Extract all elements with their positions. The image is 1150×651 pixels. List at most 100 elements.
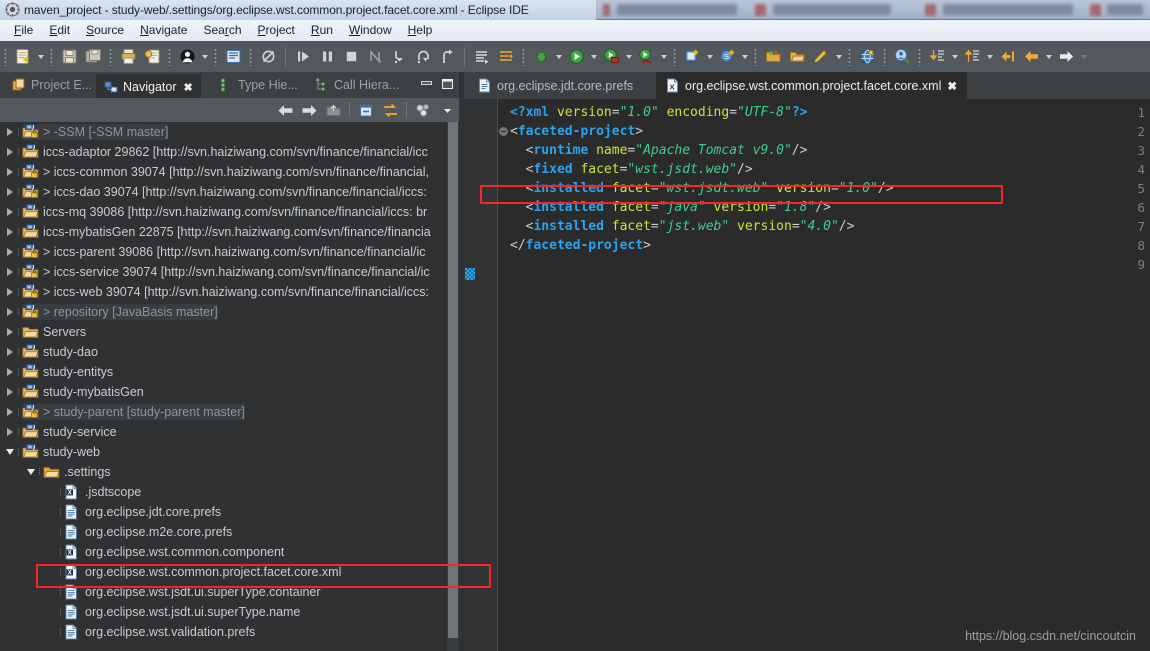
up-icon[interactable]	[322, 100, 344, 120]
fold-collapse-icon[interactable]	[499, 127, 508, 136]
terminate-icon[interactable]	[340, 46, 362, 68]
tree-item[interactable]: M > iccs-common 39074 [http://svn.haiziwa…	[0, 162, 447, 182]
expand-arrow-icon[interactable]	[4, 282, 15, 302]
toolbar-grip-8[interactable]	[673, 47, 676, 66]
filter-icon[interactable]	[412, 100, 434, 120]
run-dropdown-icon[interactable]	[588, 46, 599, 68]
tree-item[interactable]: Mstudy-mybatisGen	[0, 382, 447, 402]
search-person-icon[interactable]	[891, 46, 913, 68]
step-return-icon[interactable]	[436, 46, 458, 68]
collapse-arrow-icon[interactable]	[25, 462, 36, 482]
next-edit-icon[interactable]	[961, 46, 983, 68]
expand-arrow-icon[interactable]	[4, 182, 15, 202]
tree-item[interactable]: org.eclipse.m2e.core.prefs	[0, 522, 447, 542]
editor-tab-facet-core-xml[interactable]: X org.eclipse.wst.common.project.facet.c…	[656, 72, 967, 99]
tree-item[interactable]: M > study-parent [study-parent master]	[0, 402, 447, 422]
expand-arrow-icon[interactable]	[4, 402, 15, 422]
tree-item[interactable]: M > iccs-parent 39086 [http://svn.haiziwa…	[0, 242, 447, 262]
tree-scrollbar-thumb[interactable]	[448, 122, 458, 638]
toolbar-grip-11[interactable]	[883, 47, 886, 66]
open-folder-icon[interactable]	[786, 46, 808, 68]
xml-source-editor[interactable]: 1 <?xml version="1.0" encoding="UTF-8"?> 2…	[464, 99, 1150, 651]
toolbar-grip-9[interactable]	[754, 47, 757, 66]
menu-search[interactable]: Search	[195, 21, 249, 40]
toolbar-grip-6[interactable]	[249, 47, 252, 66]
save-all-icon[interactable]	[82, 46, 104, 68]
new-java-project-dropdown-icon[interactable]	[704, 46, 715, 68]
code-line[interactable]: <installed facet="wst.jsdt.web" version=…	[510, 179, 894, 198]
expand-arrow-icon[interactable]	[4, 142, 15, 162]
collapse-arrow-icon[interactable]	[4, 442, 15, 462]
next-edit-dropdown-icon[interactable]	[984, 46, 995, 68]
skip-breakpoints-icon[interactable]	[257, 46, 279, 68]
step-over-icon[interactable]	[412, 46, 434, 68]
menu-project[interactable]: Project	[250, 21, 303, 40]
prev-edit-icon[interactable]	[926, 46, 948, 68]
tab-navigator[interactable]: Navigator ✖	[96, 72, 201, 100]
tree-item[interactable]: .settings	[0, 462, 447, 482]
toolbar-grip-4[interactable]	[168, 47, 171, 66]
back-jump-icon[interactable]	[996, 46, 1018, 68]
run-server-icon[interactable]	[635, 46, 657, 68]
toolbar-grip-7[interactable]	[522, 47, 525, 66]
tree-item[interactable]: org.eclipse.jdt.core.prefs	[0, 502, 447, 522]
tree-item[interactable]: Miccs-mybatisGen 22875 [http://svn.haizi…	[0, 222, 447, 242]
suspend-icon[interactable]	[316, 46, 338, 68]
menu-run[interactable]: Run	[303, 21, 341, 40]
expand-arrow-icon[interactable]	[4, 322, 15, 342]
web-browser-icon[interactable]	[856, 46, 878, 68]
new-wizard-dropdown-icon[interactable]	[35, 46, 46, 68]
run-external-icon[interactable]	[600, 46, 622, 68]
menu-edit[interactable]: Edit	[41, 21, 78, 40]
editor-tab-jdt-core-prefs[interactable]: org.eclipse.jdt.core.prefs	[468, 72, 643, 99]
expand-arrow-icon[interactable]	[4, 202, 15, 222]
export-icon[interactable]	[141, 46, 163, 68]
tree-item[interactable]: Mstudy-web	[0, 442, 447, 462]
code-line[interactable]: <fixed facet="wst.jsdt.web"/>	[510, 160, 753, 179]
tree-item[interactable]: org.eclipse.wst.validation.prefs	[0, 622, 447, 642]
code-line[interactable]: <installed facet="java" version="1.8"/>	[510, 198, 831, 217]
step-into-icon[interactable]	[388, 46, 410, 68]
menu-window[interactable]: Window	[341, 21, 400, 40]
edit-dropdown-icon[interactable]	[833, 46, 844, 68]
tree-item[interactable]: Mstudy-service	[0, 422, 447, 442]
next-annotation-icon[interactable]	[471, 46, 493, 68]
disconnect-icon[interactable]	[364, 46, 386, 68]
tree-item[interactable]: Miccs-mq 39086 [http://svn.haiziwang.com…	[0, 202, 447, 222]
tree-item[interactable]: Miccs-adaptor 29862 [http://svn.haiziwan…	[0, 142, 447, 162]
link-with-editor-icon[interactable]	[379, 100, 401, 120]
toolbar-grip-12[interactable]	[918, 47, 921, 66]
minimize-icon[interactable]	[419, 76, 434, 91]
forward-dropdown-icon[interactable]	[1078, 46, 1089, 68]
debug-dropdown-icon[interactable]	[553, 46, 564, 68]
view-menu-icon[interactable]	[436, 100, 458, 120]
new-class-icon[interactable]: S	[716, 46, 738, 68]
maximize-icon[interactable]	[440, 76, 455, 91]
new-class-dropdown-icon[interactable]	[739, 46, 750, 68]
tree-item[interactable]: X .jsdtscope	[0, 482, 447, 502]
expand-arrow-icon[interactable]	[4, 162, 15, 182]
menu-help[interactable]: Help	[400, 21, 441, 40]
tab-project-explorer[interactable]: Project E...	[4, 72, 100, 98]
code-line[interactable]: <installed facet="jst.web" version="4.0"…	[510, 217, 855, 236]
code-line[interactable]: </faceted-project>	[510, 236, 651, 255]
tree-item[interactable]: Xorg.eclipse.wst.common.component	[0, 542, 447, 562]
toolbar-grip-2[interactable]	[50, 47, 53, 66]
tree-item[interactable]: M > iccs-web 39074 [http://svn.haiziwang.…	[0, 282, 447, 302]
expand-arrow-icon[interactable]	[4, 422, 15, 442]
debug-icon[interactable]	[530, 46, 552, 68]
new-java-project-icon[interactable]	[681, 46, 703, 68]
collapse-all-icon[interactable]	[355, 100, 377, 120]
resume-icon[interactable]	[292, 46, 314, 68]
tree-item[interactable]: M > repository [JavaBasis master]	[0, 302, 447, 322]
run-icon[interactable]	[565, 46, 587, 68]
navigator-tree[interactable]: M > -SSM [-SSM master] Miccs-adaptor 29862…	[0, 122, 447, 651]
tab-call-hierarchy[interactable]: Call Hiera...	[307, 72, 407, 98]
run-server-dropdown-icon[interactable]	[658, 46, 669, 68]
run-external-dropdown-icon[interactable]	[623, 46, 634, 68]
menu-navigate[interactable]: Navigate	[132, 21, 195, 40]
toolbar-grip-3[interactable]	[109, 47, 112, 66]
menu-file[interactable]: File	[6, 21, 41, 40]
edit-icon[interactable]	[810, 46, 832, 68]
tree-item[interactable]: M > iccs-dao 39074 [http://svn.haiziwang.…	[0, 182, 447, 202]
